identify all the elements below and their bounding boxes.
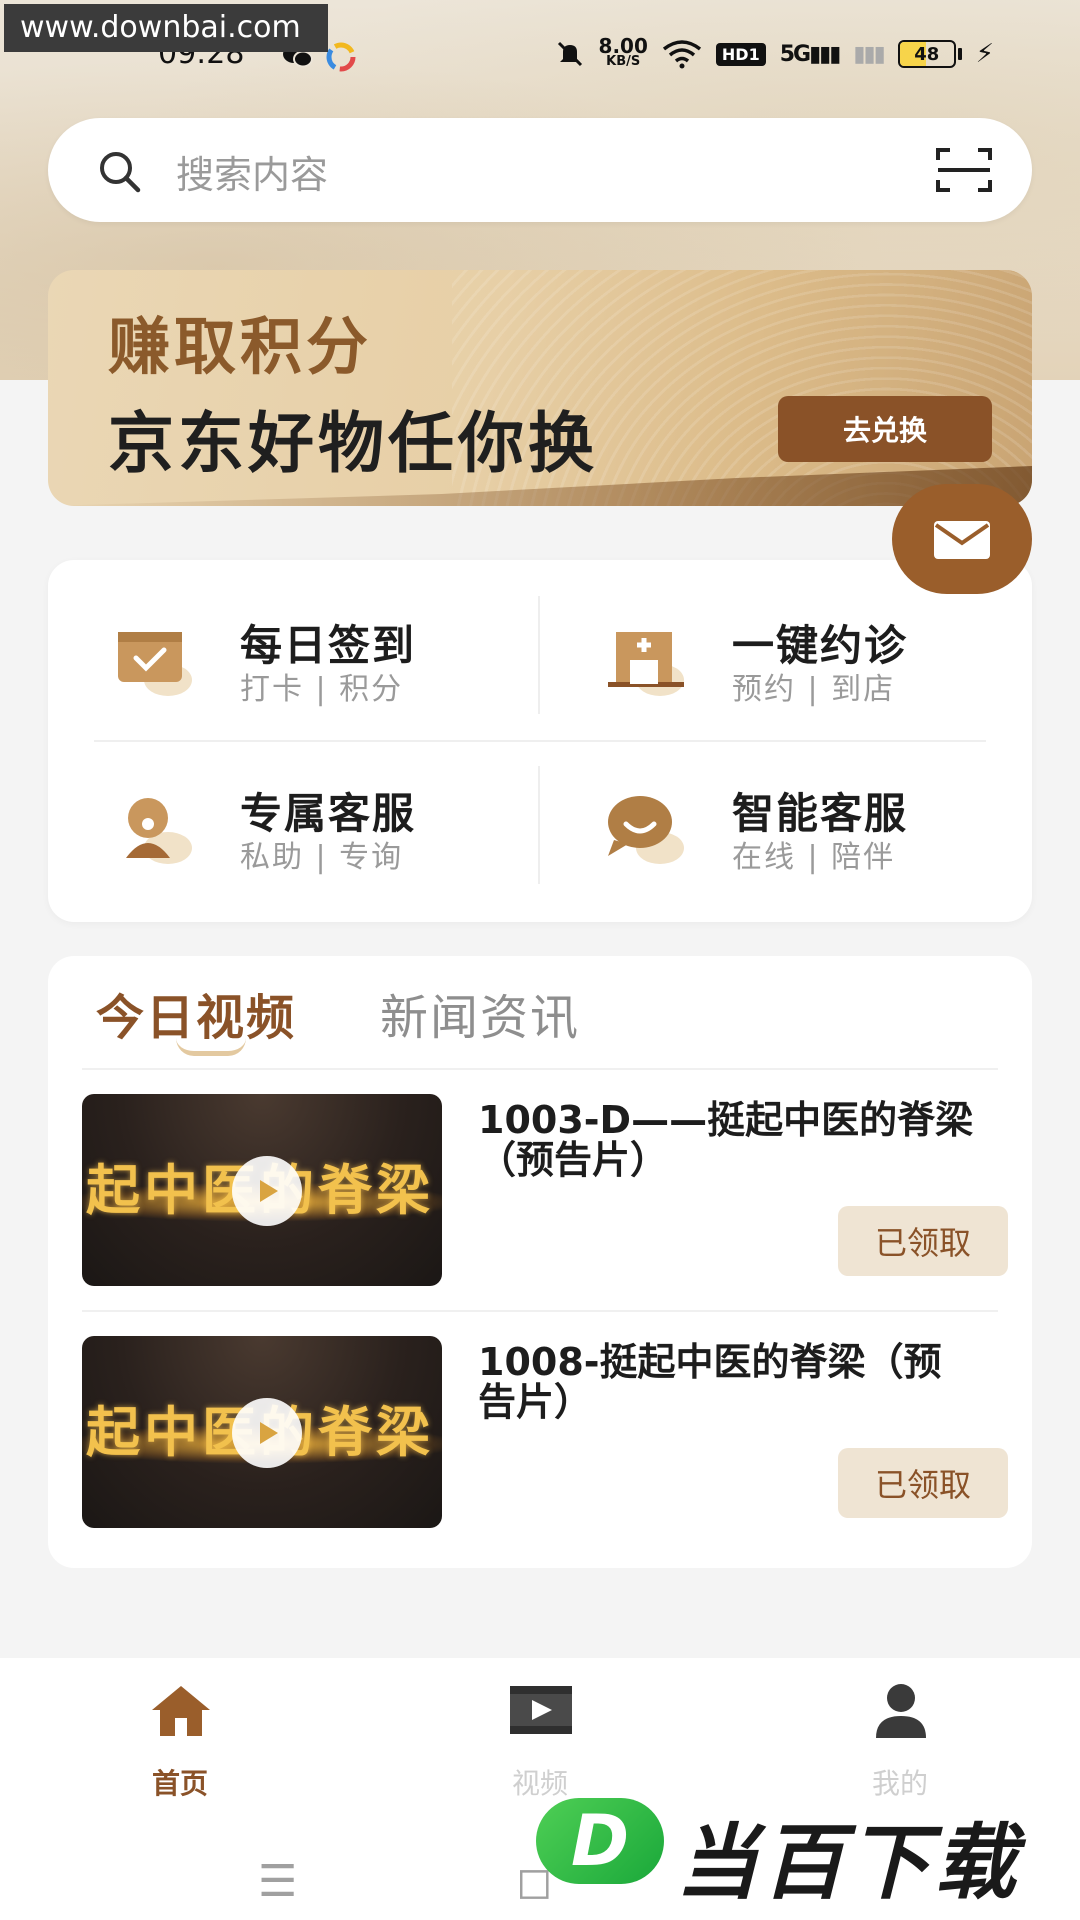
- video-title[interactable]: 1008-挺起中医的脊梁（预告片）: [478, 1342, 978, 1422]
- service-clinic[interactable]: 一键约诊 预约 | 到店: [540, 560, 980, 720]
- agent-icon: [126, 798, 192, 864]
- system-menu-icon[interactable]: ☰: [258, 1856, 297, 1907]
- clinic-icon: [608, 632, 684, 696]
- search-bar[interactable]: 搜索内容: [48, 118, 1032, 222]
- banner-subheadline: 京东好物任你换: [108, 405, 598, 482]
- status-right: 8.00 KB/S HD1 5G▮▮▮ ▮▮▮ 48 ⚡: [555, 34, 994, 70]
- service-subtitle: 预约 | 到店: [732, 672, 896, 707]
- points-banner[interactable]: 赚取积分 京东好物任你换 去兑换: [48, 270, 1032, 506]
- service-subtitle: 打卡 | 积分: [240, 672, 404, 707]
- wifi-icon: [662, 40, 701, 69]
- service-grid: 每日签到 打卡 | 积分 一键约诊 预约 | 到店 专属客服 私助 | 专询 智…: [48, 560, 1032, 922]
- search-icon: [100, 152, 141, 193]
- video-section: 今日视频 新闻资讯 起中医的脊梁 1003-D——挺起中医的脊梁（预告片） 已领…: [48, 956, 1032, 1568]
- network-speed: 8.00 KB/S: [598, 34, 648, 69]
- service-checkin[interactable]: 每日签到 打卡 | 积分: [48, 560, 488, 720]
- banner-headline: 赚取积分: [108, 310, 373, 383]
- chat-icon: [608, 796, 684, 864]
- video-thumbnail[interactable]: 起中医的脊梁: [82, 1094, 442, 1286]
- redeem-button[interactable]: 去兑换: [778, 396, 992, 462]
- home-icon: [152, 1686, 210, 1736]
- tab-indicator: [176, 1038, 246, 1056]
- service-exclusive-agent[interactable]: 专属客服 私助 | 专询: [48, 728, 488, 888]
- video-title[interactable]: 1003-D——挺起中医的脊梁（预告片）: [478, 1100, 978, 1180]
- app-notification-icon: [326, 42, 356, 72]
- watermark-url: www.downbai.com: [4, 4, 328, 52]
- video-icon: [510, 1686, 572, 1734]
- divider: [82, 1068, 998, 1070]
- divider: [82, 1310, 998, 1312]
- watermark-brand: 当百下载: [676, 1816, 1020, 1911]
- user-icon: [876, 1684, 926, 1738]
- nav-home[interactable]: 首页: [80, 1680, 280, 1800]
- message-fab[interactable]: [892, 484, 1032, 594]
- mail-icon: [934, 521, 990, 559]
- claimed-button[interactable]: 已领取: [838, 1206, 1008, 1276]
- nav-video[interactable]: 视频: [440, 1680, 640, 1800]
- service-subtitle: 私助 | 专询: [240, 840, 404, 875]
- signal-5g: 5G▮▮▮: [779, 41, 842, 67]
- charging-icon: ⚡: [975, 39, 994, 69]
- nav-label: 首页: [151, 1767, 208, 1800]
- mute-icon: [557, 41, 582, 67]
- scan-icon[interactable]: [936, 146, 992, 194]
- video-item[interactable]: 起中医的脊梁 1008-挺起中医的脊梁（预告片） 已领取: [82, 1336, 1008, 1532]
- service-subtitle: 在线 | 陪伴: [732, 840, 896, 875]
- watermark-logo: D: [536, 1798, 664, 1884]
- search-input[interactable]: 搜索内容: [176, 144, 328, 199]
- nav-label: 视频: [511, 1767, 568, 1800]
- battery-indicator: 48: [897, 40, 962, 68]
- service-smart-agent[interactable]: 智能客服 在线 | 陪伴: [540, 728, 980, 888]
- hd-badge: HD1: [715, 42, 766, 66]
- play-icon[interactable]: [232, 1398, 302, 1468]
- nav-mine[interactable]: 我的: [800, 1680, 1000, 1800]
- play-icon[interactable]: [232, 1156, 302, 1226]
- video-thumbnail[interactable]: 起中医的脊梁: [82, 1336, 442, 1528]
- signal-secondary-icon: ▮▮▮: [853, 41, 885, 67]
- tab-news[interactable]: 新闻资讯: [380, 978, 580, 1048]
- video-item[interactable]: 起中医的脊梁 1003-D——挺起中医的脊梁（预告片） 已领取: [82, 1094, 1008, 1290]
- claimed-button[interactable]: 已领取: [838, 1448, 1008, 1518]
- checkin-icon: [118, 632, 192, 696]
